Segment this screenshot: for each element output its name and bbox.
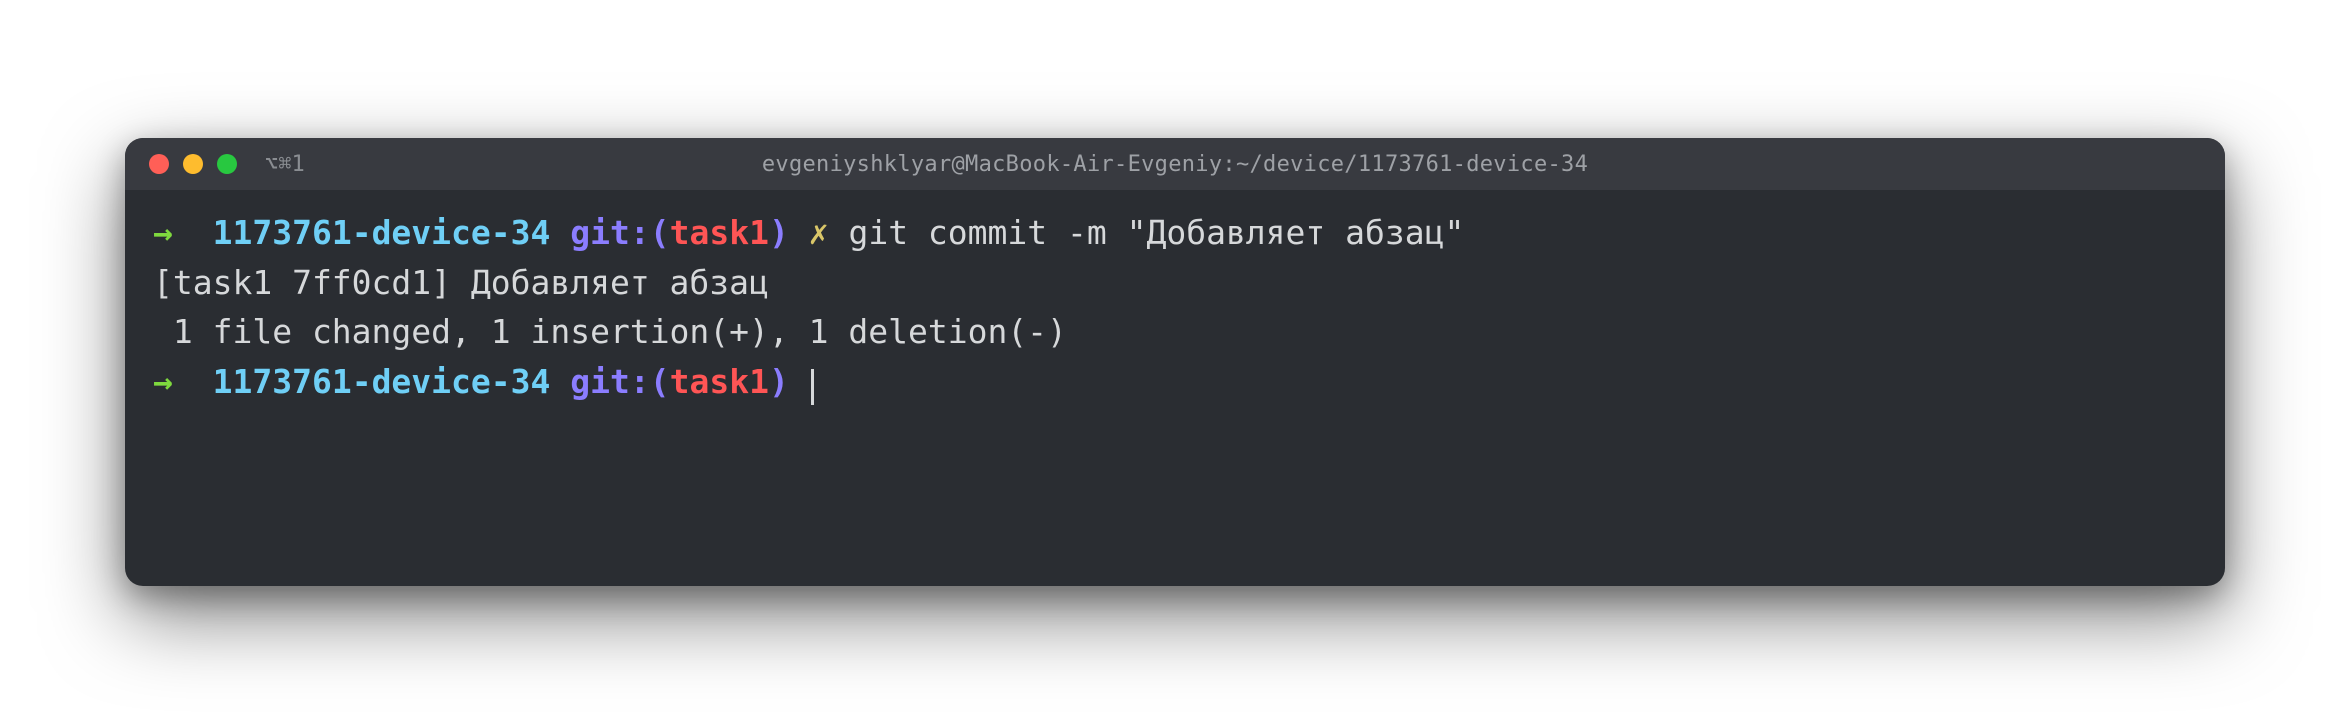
git-prefix: git:( bbox=[570, 362, 669, 401]
terminal-window: ⌥⌘1 evgeniyshklyar@MacBook-Air-Evgeniy:~… bbox=[125, 138, 2225, 586]
output-line-1: [task1 7ff0cd1] Добавляет абзац bbox=[153, 258, 2197, 308]
git-prefix: git:( bbox=[570, 213, 669, 252]
titlebar: ⌥⌘1 evgeniyshklyar@MacBook-Air-Evgeniy:~… bbox=[125, 138, 2225, 190]
git-suffix: ) bbox=[769, 362, 789, 401]
prompt-line-1: → 1173761-device-34 git:(task1) ✗ git co… bbox=[153, 208, 2197, 258]
tab-shortcut-label: ⌥⌘1 bbox=[265, 152, 305, 177]
git-dirty-icon: ✗ bbox=[809, 213, 829, 252]
git-branch: task1 bbox=[670, 362, 769, 401]
prompt-line-2: → 1173761-device-34 git:(task1) bbox=[153, 357, 2197, 407]
git-suffix: ) bbox=[769, 213, 789, 252]
terminal-body[interactable]: → 1173761-device-34 git:(task1) ✗ git co… bbox=[125, 190, 2225, 586]
prompt-cwd: 1173761-device-34 bbox=[213, 362, 551, 401]
output-line-2: 1 file changed, 1 insertion(+), 1 deleti… bbox=[153, 307, 2197, 357]
window-title: evgeniyshklyar@MacBook-Air-Evgeniy:~/dev… bbox=[762, 152, 1588, 177]
traffic-lights bbox=[149, 154, 237, 174]
close-icon[interactable] bbox=[149, 154, 169, 174]
minimize-icon[interactable] bbox=[183, 154, 203, 174]
git-branch: task1 bbox=[670, 213, 769, 252]
cursor bbox=[811, 369, 814, 405]
prompt-arrow-icon: → bbox=[153, 213, 173, 252]
prompt-cwd: 1173761-device-34 bbox=[213, 213, 551, 252]
maximize-icon[interactable] bbox=[217, 154, 237, 174]
prompt-arrow-icon: → bbox=[153, 362, 173, 401]
command-text: git commit -m "Добавляет абзац" bbox=[848, 213, 1464, 252]
